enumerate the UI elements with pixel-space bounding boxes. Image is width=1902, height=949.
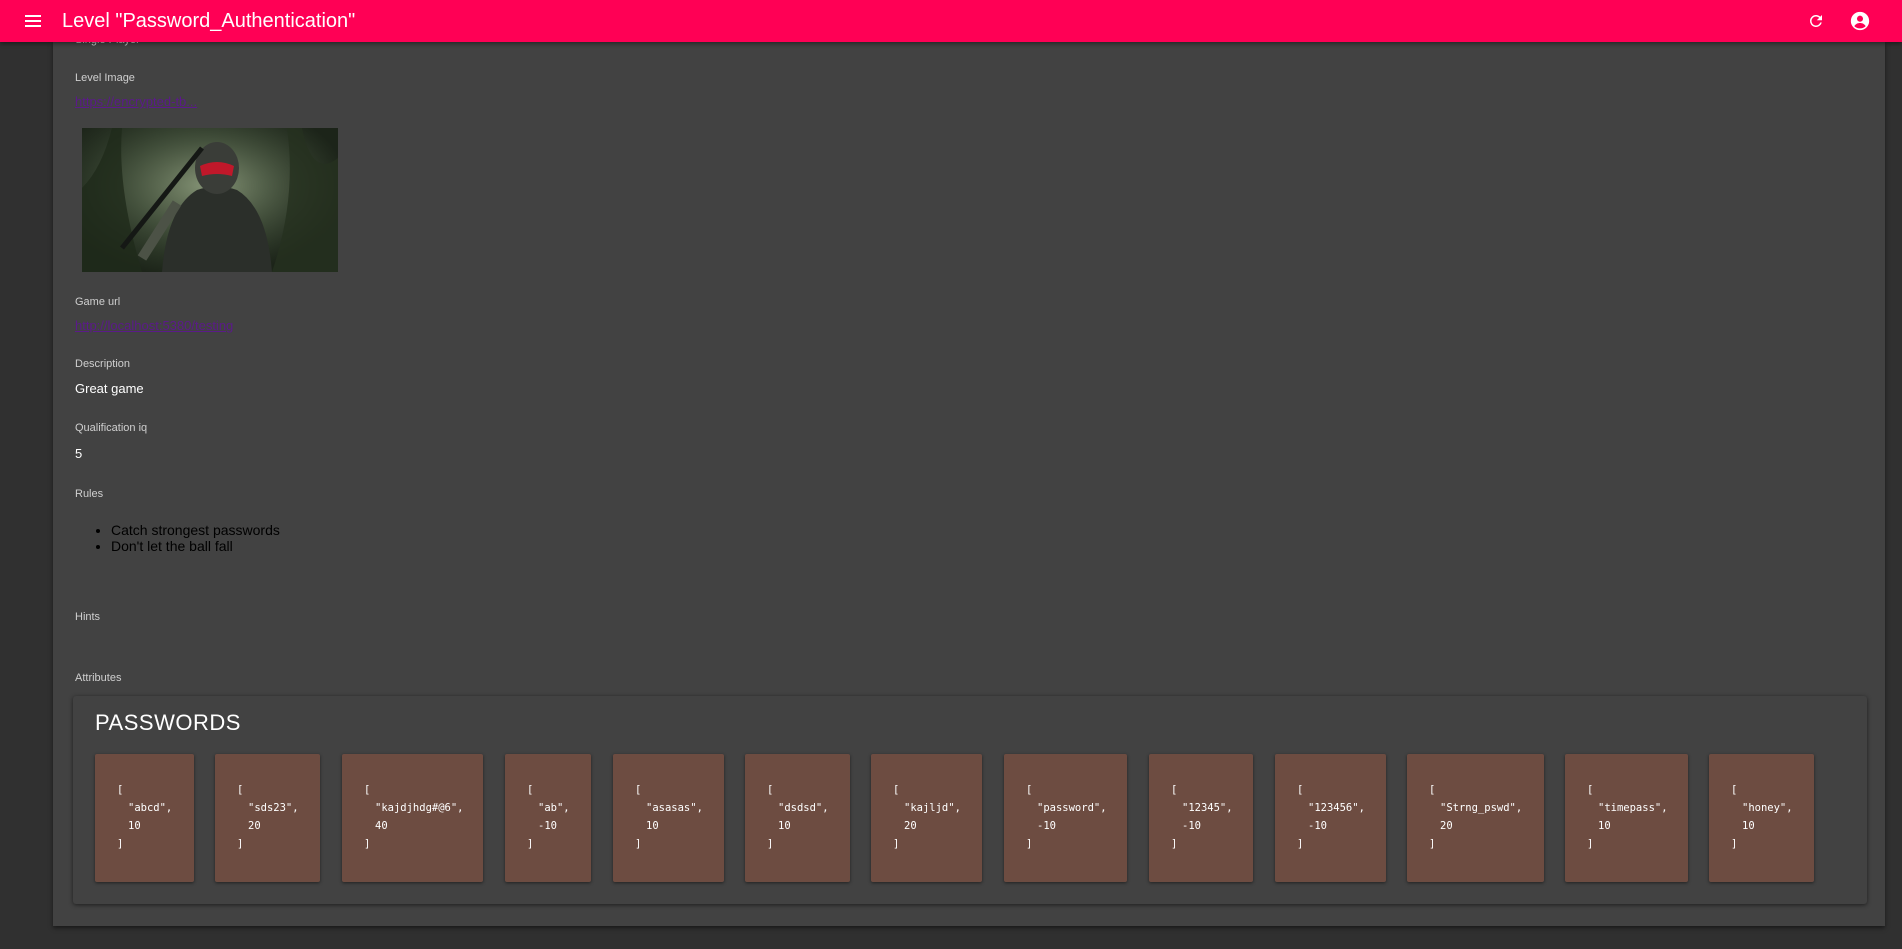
password-card[interactable]: [ "password", -10 ] <box>1004 754 1127 882</box>
close-bracket: ] <box>767 838 774 850</box>
password-card[interactable]: [ "kajdjhdg#@6", 40 ] <box>342 754 483 882</box>
open-bracket: [ <box>893 784 900 796</box>
level-image-label: Level Image <box>75 72 135 84</box>
rule-item: Catch strongest passwords <box>111 522 281 538</box>
close-bracket: ] <box>1731 838 1738 850</box>
open-bracket: [ <box>1731 784 1738 796</box>
level-details-card: Single Player Level Image https://encryp… <box>53 34 1885 926</box>
account-circle-icon[interactable] <box>1848 9 1872 33</box>
close-bracket: ] <box>117 838 124 850</box>
page-title: Level "Password_Authentication" <box>62 9 356 32</box>
close-bracket: ] <box>635 838 642 850</box>
password-score: 20 <box>904 820 917 832</box>
open-bracket: [ <box>237 784 244 796</box>
password-card[interactable]: [ "ab", -10 ] <box>505 754 591 882</box>
password-text: "12345", <box>1182 802 1233 814</box>
password-text: "Strng_pswd", <box>1440 802 1523 814</box>
qualification-value: 5 <box>75 446 83 461</box>
qualification-label: Qualification iq <box>75 422 148 434</box>
password-card[interactable]: [ "asasas", 10 ] <box>613 754 724 882</box>
close-bracket: ] <box>1429 838 1436 850</box>
open-bracket: [ <box>635 784 642 796</box>
passwords-title: PASSWORDS <box>95 710 241 735</box>
attributes-label: Attributes <box>75 672 122 684</box>
description-value: Great game <box>75 381 144 396</box>
passwords-panel: PASSWORDS [ "abcd", 10 ] [ "sds23", 20 ]… <box>73 696 1867 904</box>
password-text: "honey", <box>1742 802 1793 814</box>
close-bracket: ] <box>1171 838 1178 850</box>
password-text: "sds23", <box>248 802 299 814</box>
open-bracket: [ <box>1297 784 1304 796</box>
password-score: -10 <box>538 820 557 832</box>
password-score: -10 <box>1182 820 1201 832</box>
close-bracket: ] <box>1587 838 1594 850</box>
password-text: "abcd", <box>128 802 173 814</box>
refresh-icon[interactable] <box>1804 9 1828 33</box>
description-label: Description <box>75 358 131 370</box>
password-score: 10 <box>778 820 791 832</box>
password-card[interactable]: [ "sds23", 20 ] <box>215 754 320 882</box>
open-bracket: [ <box>1026 784 1033 796</box>
close-bracket: ] <box>364 838 371 850</box>
rule-item: Don't let the ball fall <box>111 538 281 554</box>
password-text: "kajdjhdg#@6", <box>375 802 464 814</box>
open-bracket: [ <box>1587 784 1594 796</box>
password-score: 20 <box>248 820 261 832</box>
password-score: 20 <box>1440 820 1453 832</box>
rules-list: Catch strongest passwords Don't let the … <box>75 522 281 554</box>
game-url-link[interactable]: http://localhost:5380/testing <box>75 318 233 333</box>
password-text: "kajljd", <box>904 802 961 814</box>
close-bracket: ] <box>1026 838 1033 850</box>
open-bracket: [ <box>767 784 774 796</box>
app-bar: Level "Password_Authentication" <box>0 0 1902 42</box>
password-score: -10 <box>1308 820 1327 832</box>
level-image <box>82 128 338 272</box>
password-text: "timepass", <box>1598 802 1668 814</box>
game-url-label: Game url <box>75 296 121 308</box>
password-card[interactable]: [ "Strng_pswd", 20 ] <box>1407 754 1544 882</box>
open-bracket: [ <box>1171 784 1178 796</box>
password-text: "ab", <box>538 802 570 814</box>
menu-icon[interactable] <box>22 10 44 32</box>
password-score: -10 <box>1037 820 1056 832</box>
password-score: 10 <box>1598 820 1611 832</box>
password-card[interactable]: [ "kajljd", 20 ] <box>871 754 982 882</box>
close-bracket: ] <box>527 838 534 850</box>
password-card[interactable]: [ "honey", 10 ] <box>1709 754 1814 882</box>
password-text: "asasas", <box>646 802 703 814</box>
password-text: "dsdsd", <box>778 802 829 814</box>
open-bracket: [ <box>527 784 534 796</box>
password-card[interactable]: [ "12345", -10 ] <box>1149 754 1253 882</box>
open-bracket: [ <box>1429 784 1436 796</box>
password-card[interactable]: [ "abcd", 10 ] <box>95 754 194 882</box>
password-card[interactable]: [ "123456", -10 ] <box>1275 754 1386 882</box>
password-score: 10 <box>646 820 659 832</box>
open-bracket: [ <box>117 784 124 796</box>
close-bracket: ] <box>893 838 900 850</box>
rules-label: Rules <box>75 488 104 500</box>
close-bracket: ] <box>237 838 244 850</box>
password-text: "password", <box>1037 802 1107 814</box>
password-score: 40 <box>375 820 388 832</box>
password-text: "123456", <box>1308 802 1365 814</box>
open-bracket: [ <box>364 784 371 796</box>
password-card[interactable]: [ "timepass", 10 ] <box>1565 754 1688 882</box>
password-score: 10 <box>128 820 141 832</box>
hints-label: Hints <box>75 611 101 623</box>
level-image-link[interactable]: https://encrypted-tb... <box>75 94 197 109</box>
password-score: 10 <box>1742 820 1755 832</box>
password-card[interactable]: [ "dsdsd", 10 ] <box>745 754 850 882</box>
close-bracket: ] <box>1297 838 1304 850</box>
